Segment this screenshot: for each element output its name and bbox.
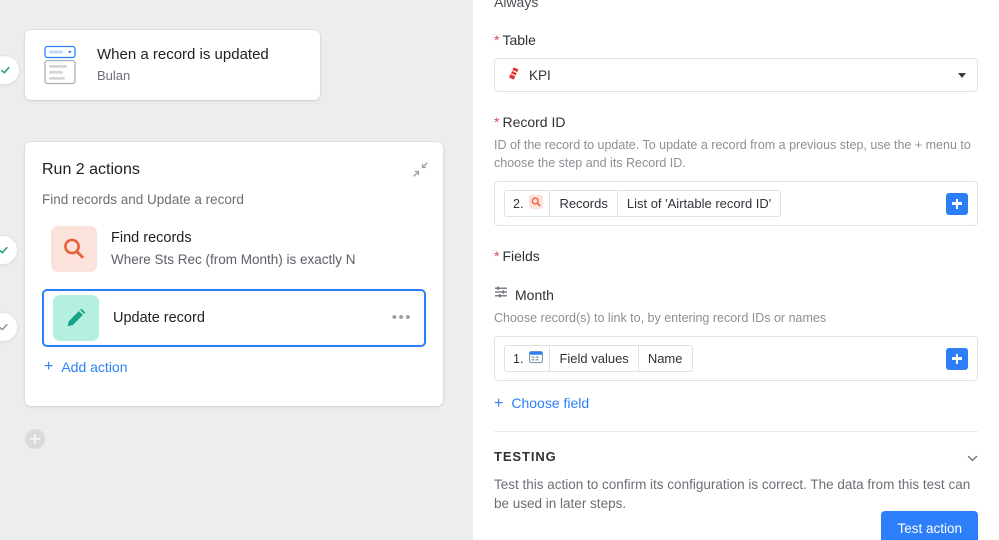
- action-label: Find records: [111, 230, 192, 246]
- section-divider: [494, 431, 978, 432]
- action-label: Update record: [113, 309, 205, 326]
- check-circle-icon: [0, 323, 8, 332]
- field-month-name: Month: [515, 286, 554, 303]
- actions-card: Run 2 actions Find records and Update a …: [25, 142, 443, 406]
- trigger-title: When a record is updated: [97, 46, 269, 63]
- action-row[interactable]: Update record •••: [42, 289, 426, 347]
- table-select-value: KPI: [529, 67, 551, 83]
- pencil-icon: [53, 295, 99, 341]
- ellipsis-icon[interactable]: •••: [392, 310, 412, 325]
- actions-card-title: Run 2 actions: [42, 161, 140, 178]
- token-index: 2.: [505, 191, 551, 216]
- add-action-label: Add action: [61, 359, 128, 375]
- token-value: Name: [647, 351, 683, 366]
- fields-label: * Fields: [494, 248, 540, 264]
- automation-editor: When a record is updated Bulan Run 2 act…: [0, 0, 999, 540]
- token-source: Records: [550, 191, 618, 216]
- record-id-input[interactable]: 2. Records List of 'Airtable record ID': [494, 181, 978, 226]
- record-select-icon: [41, 45, 83, 85]
- action-row[interactable]: Find records Where Sts Rec (from Month) …: [42, 221, 426, 277]
- plus-square-icon[interactable]: [946, 347, 968, 370]
- testing-description: Test this action to confirm its configur…: [494, 477, 971, 511]
- action-description: Where Sts Rec (from Month) is exactly N: [111, 252, 356, 267]
- token-value: List of 'Airtable record ID': [626, 196, 772, 211]
- required-mark: *: [494, 114, 500, 130]
- required-mark: *: [494, 248, 500, 264]
- check-circle-icon: [0, 246, 8, 255]
- plus-icon: +: [494, 394, 504, 412]
- table-select[interactable]: KPI: [494, 58, 978, 92]
- field-month-header: Month: [494, 285, 978, 304]
- trigger-card[interactable]: When a record is updated Bulan: [25, 30, 320, 100]
- testing-section-header[interactable]: TESTING: [494, 449, 978, 464]
- step-status-badge: [0, 55, 20, 85]
- magnifier-icon: [51, 226, 97, 272]
- calendar-token-icon: [529, 350, 544, 367]
- add-action-button[interactable]: + Add action: [44, 358, 426, 376]
- trigger-subtitle: Bulan: [97, 68, 131, 83]
- token-index: 1.: [505, 346, 551, 371]
- token-source: Field values: [550, 346, 639, 371]
- step-status-badge: [0, 312, 18, 342]
- field-month-input[interactable]: 1. Field values Name: [494, 336, 978, 381]
- test-action-button[interactable]: Test action: [881, 511, 978, 540]
- record-id-label: * Record ID: [494, 114, 566, 130]
- plus-icon: +: [44, 358, 54, 375]
- actions-card-subtitle: Find records and Update a record: [42, 192, 244, 207]
- field-month-token[interactable]: 1. Field values Name: [504, 345, 693, 372]
- chevron-down-icon[interactable]: [967, 451, 978, 462]
- field-month-helper: Choose record(s) to link to, by entering…: [494, 311, 827, 325]
- plus-circle-icon[interactable]: [25, 429, 45, 449]
- table-label: * Table: [494, 32, 536, 48]
- choose-field-label: Choose field: [511, 395, 590, 411]
- step-status-badge: [0, 235, 18, 265]
- magnifier-token-icon: [529, 195, 544, 212]
- red-rocket-icon: [506, 65, 521, 85]
- token-index-number: 1.: [513, 351, 524, 366]
- choose-field-button[interactable]: + Choose field: [494, 395, 978, 411]
- testing-heading: TESTING: [494, 449, 557, 464]
- plus-square-icon[interactable]: [946, 192, 968, 215]
- chevron-down-icon: [958, 72, 966, 78]
- link-records-icon: [494, 285, 508, 304]
- record-id-helper: ID of the record to update. To update a …: [494, 138, 971, 170]
- token-index-number: 2.: [513, 196, 524, 211]
- required-mark: *: [494, 32, 500, 48]
- record-id-token[interactable]: 2. Records List of 'Airtable record ID': [504, 190, 782, 217]
- action-config-panel: Always * Table KPI * Record ID ID of the…: [473, 0, 999, 540]
- check-circle-icon: [0, 66, 10, 75]
- flow-canvas: When a record is updated Bulan Run 2 act…: [0, 0, 473, 540]
- condition-value: Always: [494, 0, 539, 10]
- collapse-diagonal-icon[interactable]: [411, 160, 429, 178]
